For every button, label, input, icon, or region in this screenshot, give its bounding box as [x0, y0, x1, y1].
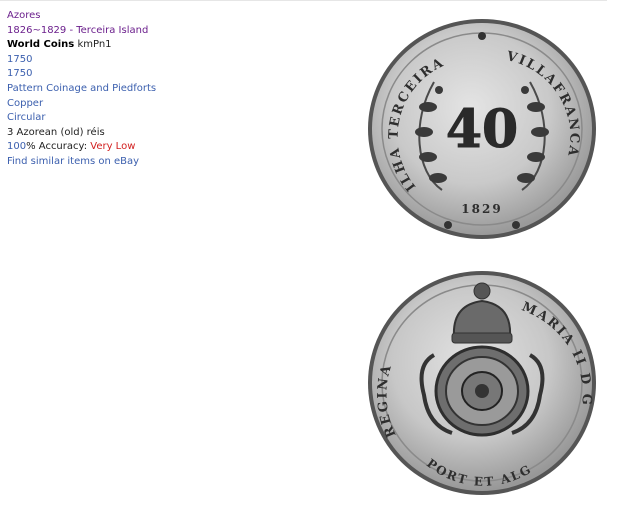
coin-details: Azores 1826~1829 - Terceira Island World… — [7, 9, 337, 170]
year-link-1[interactable]: 1750 — [7, 53, 337, 68]
ebay-link[interactable]: Find similar items on eBay — [7, 155, 337, 170]
catalog-code: kmPn1 — [77, 39, 112, 51]
coin-value-text: 40 — [446, 99, 518, 160]
accuracy-label: % Accuracy: — [26, 141, 91, 153]
category-title: World Coins — [7, 39, 75, 51]
catalog-line: World Coins kmPn1 — [7, 38, 337, 53]
accuracy-value: Very Low — [90, 141, 136, 153]
denomination-text: 3 Azorean (old) réis — [7, 126, 105, 138]
material-link[interactable]: Copper — [7, 97, 337, 112]
top-divider — [0, 0, 607, 1]
coin-reverse-image: REGINA MARIA II D G PORT ET ALG — [368, 271, 596, 495]
type-link[interactable]: Pattern Coinage and Piedforts — [7, 82, 337, 97]
region-link[interactable]: Azores — [7, 9, 337, 24]
shape-link[interactable]: Circular — [7, 111, 337, 126]
accuracy-percent-link[interactable]: 100 — [7, 141, 26, 152]
coin-date: 1829 — [461, 202, 502, 216]
coin-obverse-image: 40 ILHA TERCEIRA VILLAFRANCA 1829 — [368, 19, 596, 239]
year-link-2[interactable]: 1750 — [7, 67, 337, 82]
accuracy-line: 100% Accuracy: Very Low — [7, 140, 337, 155]
period-link[interactable]: 1826~1829 - Terceira Island — [7, 24, 337, 39]
